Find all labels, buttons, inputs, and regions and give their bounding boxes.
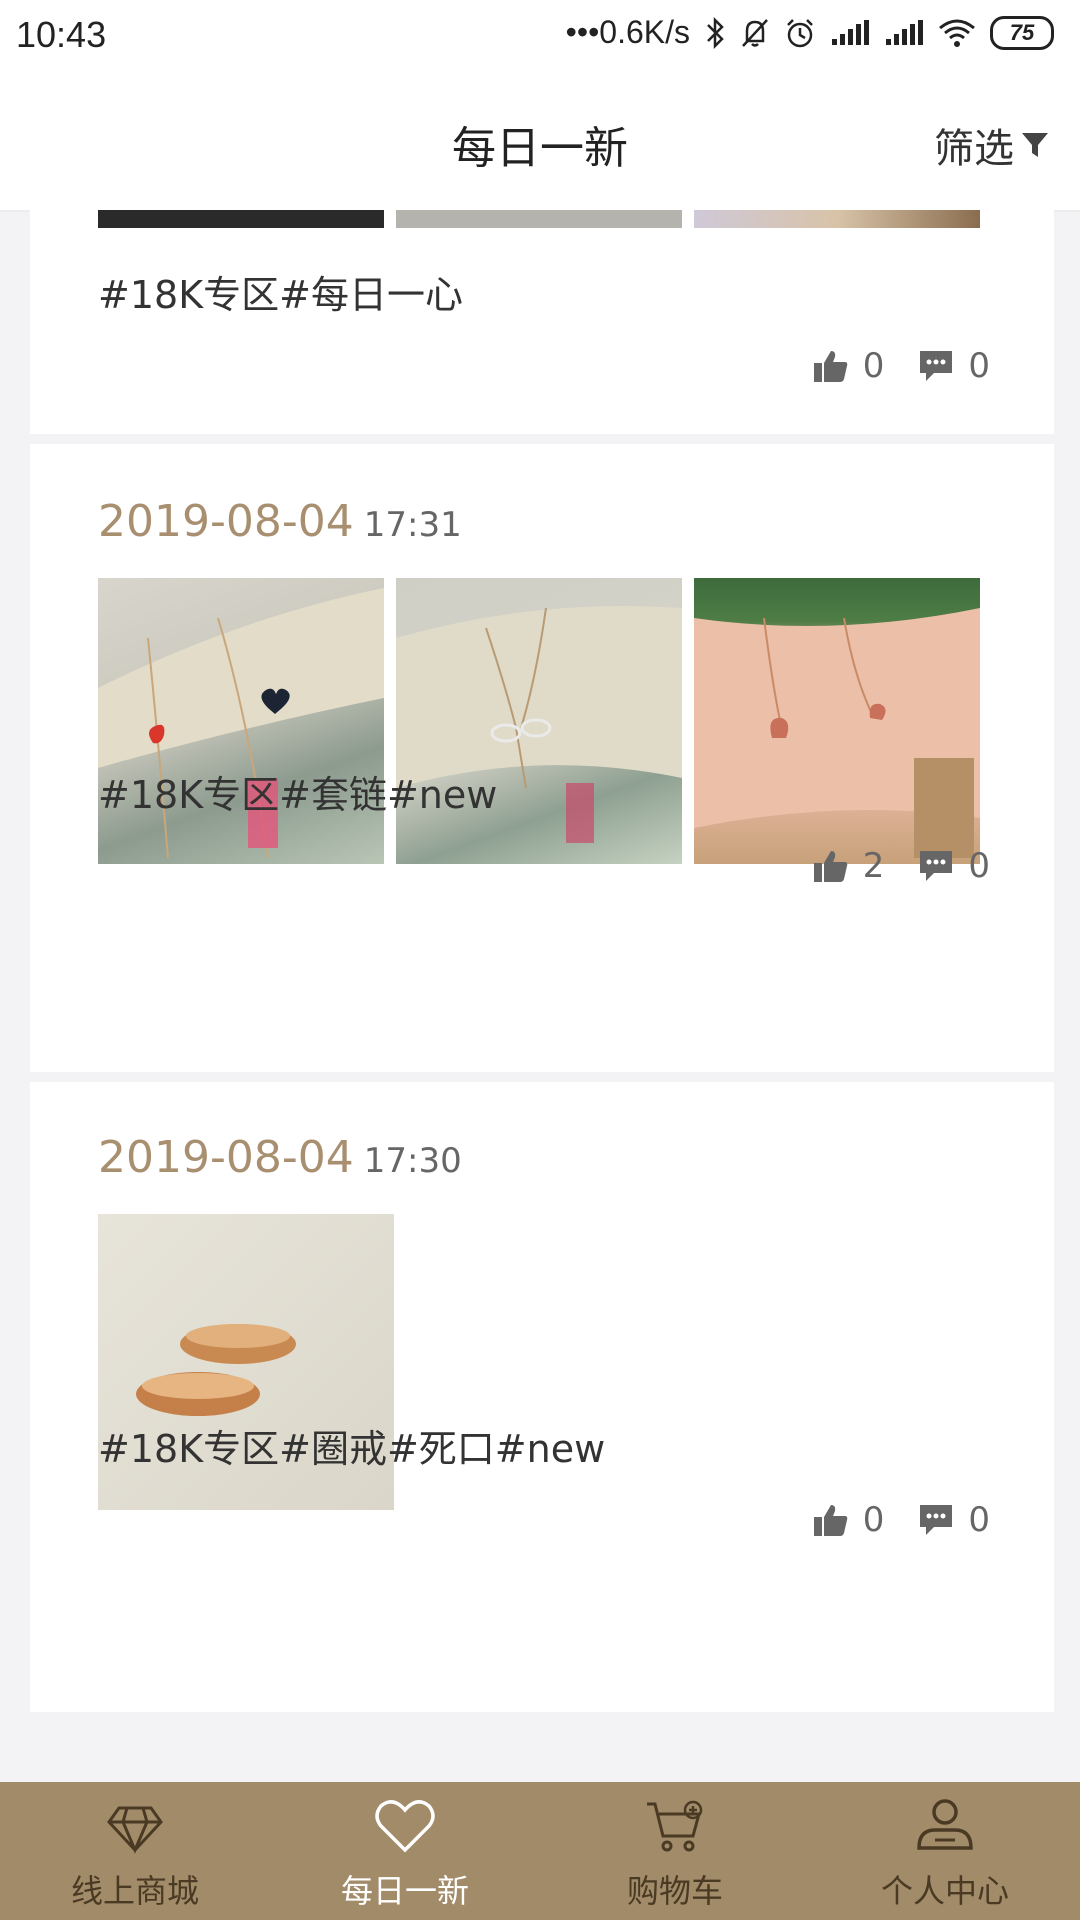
cart-icon — [647, 1800, 703, 1852]
post-image[interactable] — [98, 578, 384, 864]
tab-daily-new[interactable]: 每日一新 — [270, 1782, 540, 1920]
post-tags[interactable]: #18K专区#圈戒#死口#new — [98, 1418, 605, 1473]
filter-button[interactable]: 筛选 — [934, 116, 1050, 174]
signal-icon — [832, 19, 869, 45]
comment-count: 0 — [968, 1500, 990, 1540]
post-images — [98, 210, 980, 228]
like-count: 0 — [862, 1500, 885, 1540]
like-button[interactable]: 2 — [813, 846, 885, 886]
like-count: 0 — [862, 346, 885, 386]
comment-icon — [920, 851, 953, 881]
tab-label: 购物车 — [626, 1872, 723, 1910]
thumbs-up-icon — [813, 1505, 847, 1536]
tab-label: 每日一新 — [340, 1872, 469, 1910]
comment-button[interactable]: 0 — [918, 1500, 990, 1540]
tab-shopping-cart[interactable]: 购物车 — [540, 1782, 810, 1920]
post-date: 2019-08-04 17:30 — [98, 1132, 462, 1183]
bracelet-photo — [98, 588, 384, 859]
comment-count: 0 — [968, 346, 990, 386]
comment-button[interactable]: 0 — [918, 846, 990, 886]
post-image[interactable] — [98, 210, 384, 228]
post-time: 17:30 — [363, 1141, 462, 1181]
battery-indicator: 75 — [990, 15, 1054, 50]
status-bar: 10:43 •••0.6K/s 75 — [0, 0, 1080, 76]
post-card: #18K专区#每日一心 0 0 — [30, 210, 1054, 434]
comment-count: 0 — [968, 846, 990, 886]
post-card: 2019-08-04 17:30 #18K专区#圈戒#死口#new 0 0 — [30, 1082, 1054, 1712]
network-speed: •••0.6K/s — [565, 14, 690, 50]
post-tags[interactable]: #18K专区#套链#new — [98, 764, 497, 819]
post-image[interactable] — [694, 578, 980, 864]
bracelet-photo — [694, 608, 980, 858]
post-image[interactable] — [396, 578, 682, 864]
like-count: 2 — [862, 846, 885, 886]
bracelet-photo — [396, 606, 682, 843]
post-tags[interactable]: #18K专区#每日一心 — [98, 264, 463, 319]
bottom-nav: 线上商城 每日一新 购物车 个人中心 — [0, 1782, 1080, 1920]
page-title: 每日一新 — [452, 123, 628, 174]
diamond-icon — [107, 1806, 163, 1854]
post-card: 2019-08-04 17:31 #18K专区#套链#new 2 0 — [30, 444, 1054, 1072]
alarm-icon — [787, 18, 813, 47]
status-time: 10:43 — [16, 14, 107, 55]
signal-icon-2 — [886, 19, 923, 45]
post-images — [98, 578, 980, 864]
wifi-icon — [939, 19, 975, 47]
heart-icon — [375, 1800, 435, 1853]
bluetooth-icon — [707, 16, 724, 49]
post-actions: 0 0 — [813, 1500, 990, 1540]
like-button[interactable]: 0 — [813, 346, 885, 386]
thumbs-up-icon — [813, 851, 847, 882]
post-time: 17:31 — [363, 505, 462, 545]
tab-label: 线上商城 — [70, 1872, 199, 1910]
post-date: 2019-08-04 17:31 — [98, 496, 462, 547]
tab-personal-center[interactable]: 个人中心 — [810, 1782, 1080, 1920]
tab-label: 个人中心 — [880, 1872, 1009, 1910]
mute-bell-icon — [742, 18, 768, 47]
tab-online-mall[interactable]: 线上商城 — [0, 1782, 270, 1920]
post-image[interactable] — [396, 210, 682, 228]
filter-label: 筛选 — [934, 126, 1014, 172]
person-icon — [917, 1799, 973, 1850]
app-header: 每日一新 筛选 — [0, 76, 1080, 212]
post-actions: 0 0 — [813, 346, 990, 386]
post-actions: 2 0 — [813, 846, 990, 886]
comment-button[interactable]: 0 — [918, 346, 990, 386]
filter-icon — [1022, 133, 1048, 157]
post-image[interactable] — [694, 210, 980, 228]
comment-icon — [920, 351, 953, 381]
comment-icon — [920, 1505, 953, 1535]
thumbs-up-icon — [813, 351, 847, 382]
status-icons: •••0.6K/s 75 — [566, 14, 1054, 51]
like-button[interactable]: 0 — [813, 1500, 885, 1540]
